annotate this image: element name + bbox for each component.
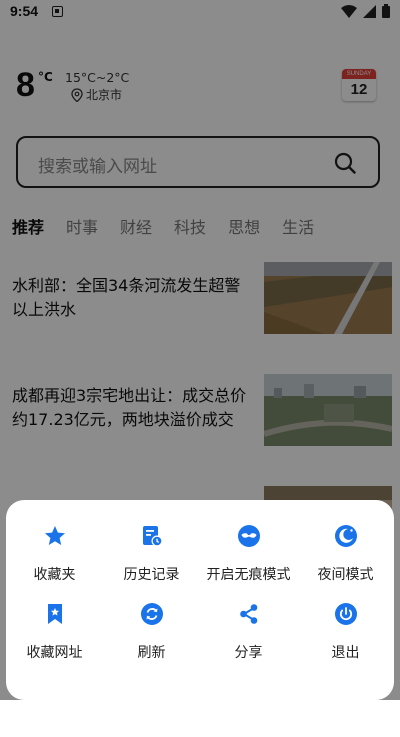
- menu-label: 退出: [331, 645, 360, 661]
- bookmark-icon: [48, 604, 62, 624]
- menu-label: 收藏网址: [26, 645, 83, 661]
- menu-incognito[interactable]: 开启无痕模式: [200, 510, 297, 583]
- menu-history[interactable]: 历史记录: [103, 510, 200, 583]
- menu-label: 分享: [234, 645, 263, 661]
- menu-share[interactable]: 分享: [200, 588, 297, 661]
- menu-label: 夜间模式: [317, 567, 374, 583]
- night-mode-icon: [335, 525, 357, 547]
- menu-label: 历史记录: [123, 567, 180, 583]
- share-icon: [240, 604, 258, 624]
- menu-refresh[interactable]: 刷新: [103, 588, 200, 661]
- menu-exit[interactable]: 退出: [297, 588, 394, 661]
- star-icon: [45, 526, 65, 545]
- menu-night-mode[interactable]: 夜间模式: [297, 510, 394, 583]
- menu-label: 开启无痕模式: [206, 567, 291, 583]
- menu-favorites[interactable]: 收藏夹: [6, 510, 103, 583]
- incognito-mask-icon: [238, 525, 260, 547]
- navigation-bar-area: [0, 700, 400, 737]
- menu-label: 刷新: [137, 645, 166, 661]
- menu-bookmark-site[interactable]: 收藏网址: [6, 588, 103, 661]
- menu-label: 收藏夹: [33, 567, 76, 583]
- power-icon: [335, 603, 357, 625]
- refresh-icon: [141, 603, 163, 625]
- browser-menu-sheet: 收藏夹 历史记录 开启无痕模式 夜间模式 收藏网址 刷新 分享 退出: [6, 500, 394, 700]
- history-icon: [143, 526, 163, 547]
